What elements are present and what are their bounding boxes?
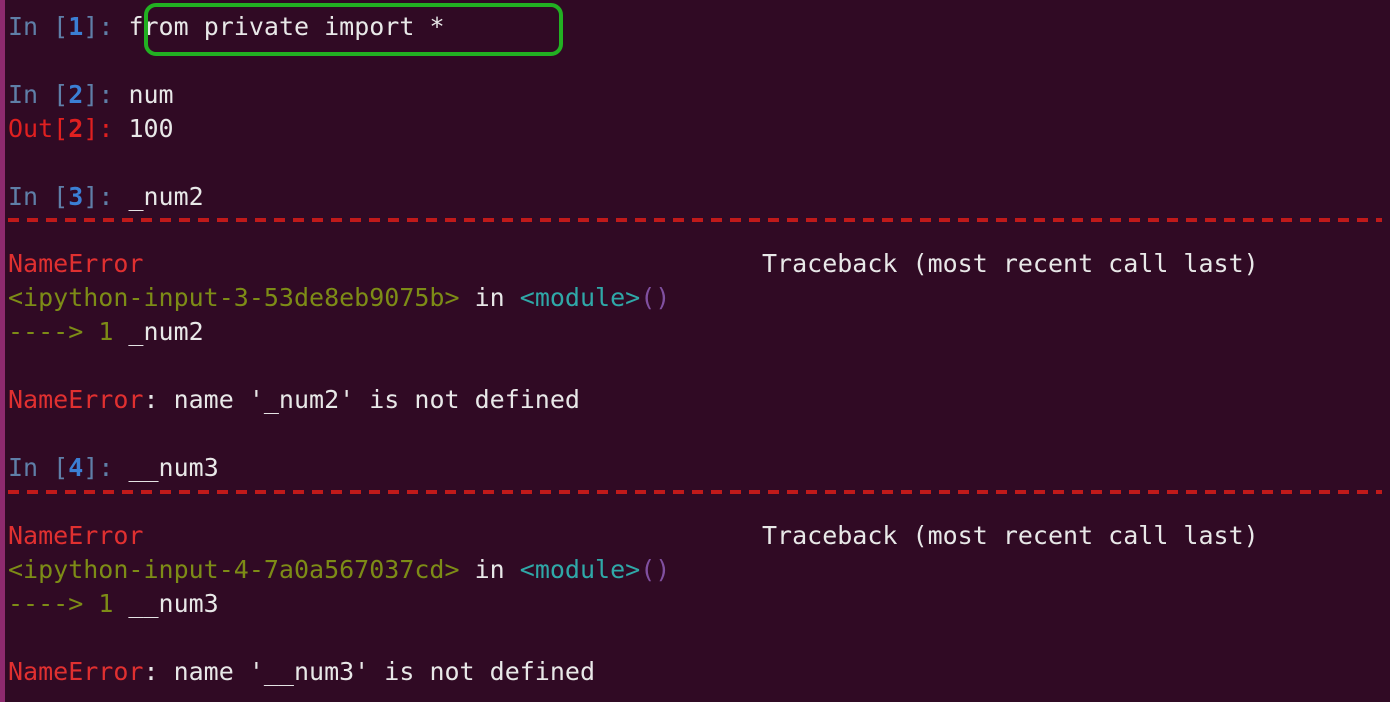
traceback-2-frame-line: <ipython-input-4-7a0a567037cd> in <modul… <box>8 553 670 587</box>
traceback-1-header-row: NameError <box>8 247 143 281</box>
prompt-number-3: 3 <box>68 182 84 211</box>
input-line-2: In [2]: num <box>8 78 174 112</box>
traceback-2-message-prefix: NameError <box>8 657 144 686</box>
highlight-box-import-statement <box>144 3 563 56</box>
traceback-2-arrow-line: ----> 1 __num3 <box>8 587 219 621</box>
prompt-bracket-open-2: [ <box>53 80 69 109</box>
prompt-bracket-open-4: [ <box>53 453 69 482</box>
prompt-bracket-open-3: [ <box>53 182 69 211</box>
prompt-bracket-close-3: ]: <box>83 182 129 211</box>
traceback-1-message-line: NameError: name '_num2' is not defined <box>8 383 580 417</box>
input-line-3: In [3]: _num2 <box>8 180 204 214</box>
traceback-1-arrow: ----> <box>8 317 99 346</box>
prompt-out-number-2: 2 <box>68 114 84 143</box>
traceback-1-frame-file: <ipython-input-3-53de8eb9075b> <box>8 283 460 312</box>
traceback-2-message-line: NameError: name '__num3' is not defined <box>8 655 595 689</box>
traceback-1-header-text: Traceback (most recent call last) <box>762 249 1259 278</box>
traceback-1-frame-line: <ipython-input-3-53de8eb9075b> in <modul… <box>8 281 670 315</box>
terminal-window[interactable]: In [1]: from private import * In [2]: nu… <box>0 0 1390 702</box>
traceback-2-header-row: NameError <box>8 519 143 553</box>
prompt-number-2: 2 <box>68 80 84 109</box>
traceback-2-arrow: ----> <box>8 589 99 618</box>
traceback-2-frame-module: <module> <box>519 555 641 584</box>
traceback-1-frame-module: <module> <box>519 283 641 312</box>
input-line-4: In [4]: __num3 <box>8 451 219 485</box>
traceback-2-message-body: : name '__num3' is not defined <box>143 657 596 686</box>
input-code-3[interactable]: _num2 <box>128 182 203 211</box>
prompt-bracket-close-4: ]: <box>83 453 129 482</box>
traceback-1-message-body: : name '_num2' is not defined <box>143 385 580 414</box>
traceback-1-frame-parens: () <box>640 283 671 312</box>
traceback-separator-2 <box>8 490 1382 494</box>
traceback-1-frame-in: in <box>459 283 520 312</box>
traceback-2-exception-name: NameError <box>8 521 144 550</box>
traceback-2-frame-in: in <box>459 555 520 584</box>
traceback-2-line-number: 1 <box>98 589 114 618</box>
prompt-number-4: 4 <box>68 453 84 482</box>
prompt-out-label-2: Out <box>8 114 54 143</box>
console-output-area[interactable]: In [1]: from private import * In [2]: nu… <box>8 0 1390 702</box>
traceback-1-line-number: 1 <box>98 317 114 346</box>
traceback-2-frame-parens: () <box>640 555 671 584</box>
prompt-in-label-2: In <box>8 80 54 109</box>
traceback-1-arrow-line: ----> 1 _num2 <box>8 315 204 349</box>
output-value-2: 100 <box>128 114 174 143</box>
prompt-in-label-1: In <box>8 12 54 41</box>
traceback-2-header-text: Traceback (most recent call last) <box>762 521 1259 550</box>
traceback-1-message-prefix: NameError <box>8 385 144 414</box>
prompt-bracket-open-1: [ <box>53 12 69 41</box>
prompt-out-bracket-open-2: [ <box>53 114 69 143</box>
output-line-2: Out[2]: 100 <box>8 112 174 146</box>
traceback-2-code-line: __num3 <box>113 589 219 618</box>
traceback-separator-1 <box>8 218 1382 222</box>
prompt-number-1: 1 <box>68 12 84 41</box>
input-code-2[interactable]: num <box>128 80 173 109</box>
window-left-edge <box>0 0 5 702</box>
traceback-1-code-line: _num2 <box>113 317 204 346</box>
traceback-2-frame-file: <ipython-input-4-7a0a567037cd> <box>8 555 460 584</box>
prompt-in-label-4: In <box>8 453 54 482</box>
input-code-4[interactable]: __num3 <box>128 453 218 482</box>
prompt-bracket-close-2: ]: <box>83 80 129 109</box>
prompt-out-bracket-close-2: ]: <box>83 114 129 143</box>
traceback-1-exception-name: NameError <box>8 249 144 278</box>
prompt-in-label-3: In <box>8 182 54 211</box>
prompt-bracket-close-1: ]: <box>83 12 129 41</box>
